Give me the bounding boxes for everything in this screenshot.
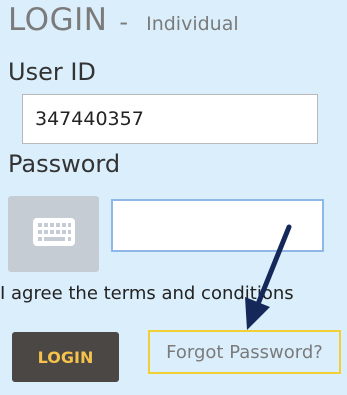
login-button[interactable]: LOGIN [12,332,119,382]
keyboard-icon [32,217,76,251]
virtual-keyboard-button[interactable] [8,196,99,272]
password-label: Password [8,150,121,178]
page-subtitle: Individual [146,13,239,35]
password-input[interactable] [111,199,324,252]
terms-text: I agree the terms and conditions [0,283,294,304]
page-title-row: LOGIN - Individual [8,2,239,38]
userid-label: User ID [8,58,96,86]
page-title: LOGIN [8,2,108,38]
userid-input[interactable] [22,94,318,144]
title-separator: - [119,8,129,36]
forgot-password-link[interactable]: Forgot Password? [148,330,341,374]
